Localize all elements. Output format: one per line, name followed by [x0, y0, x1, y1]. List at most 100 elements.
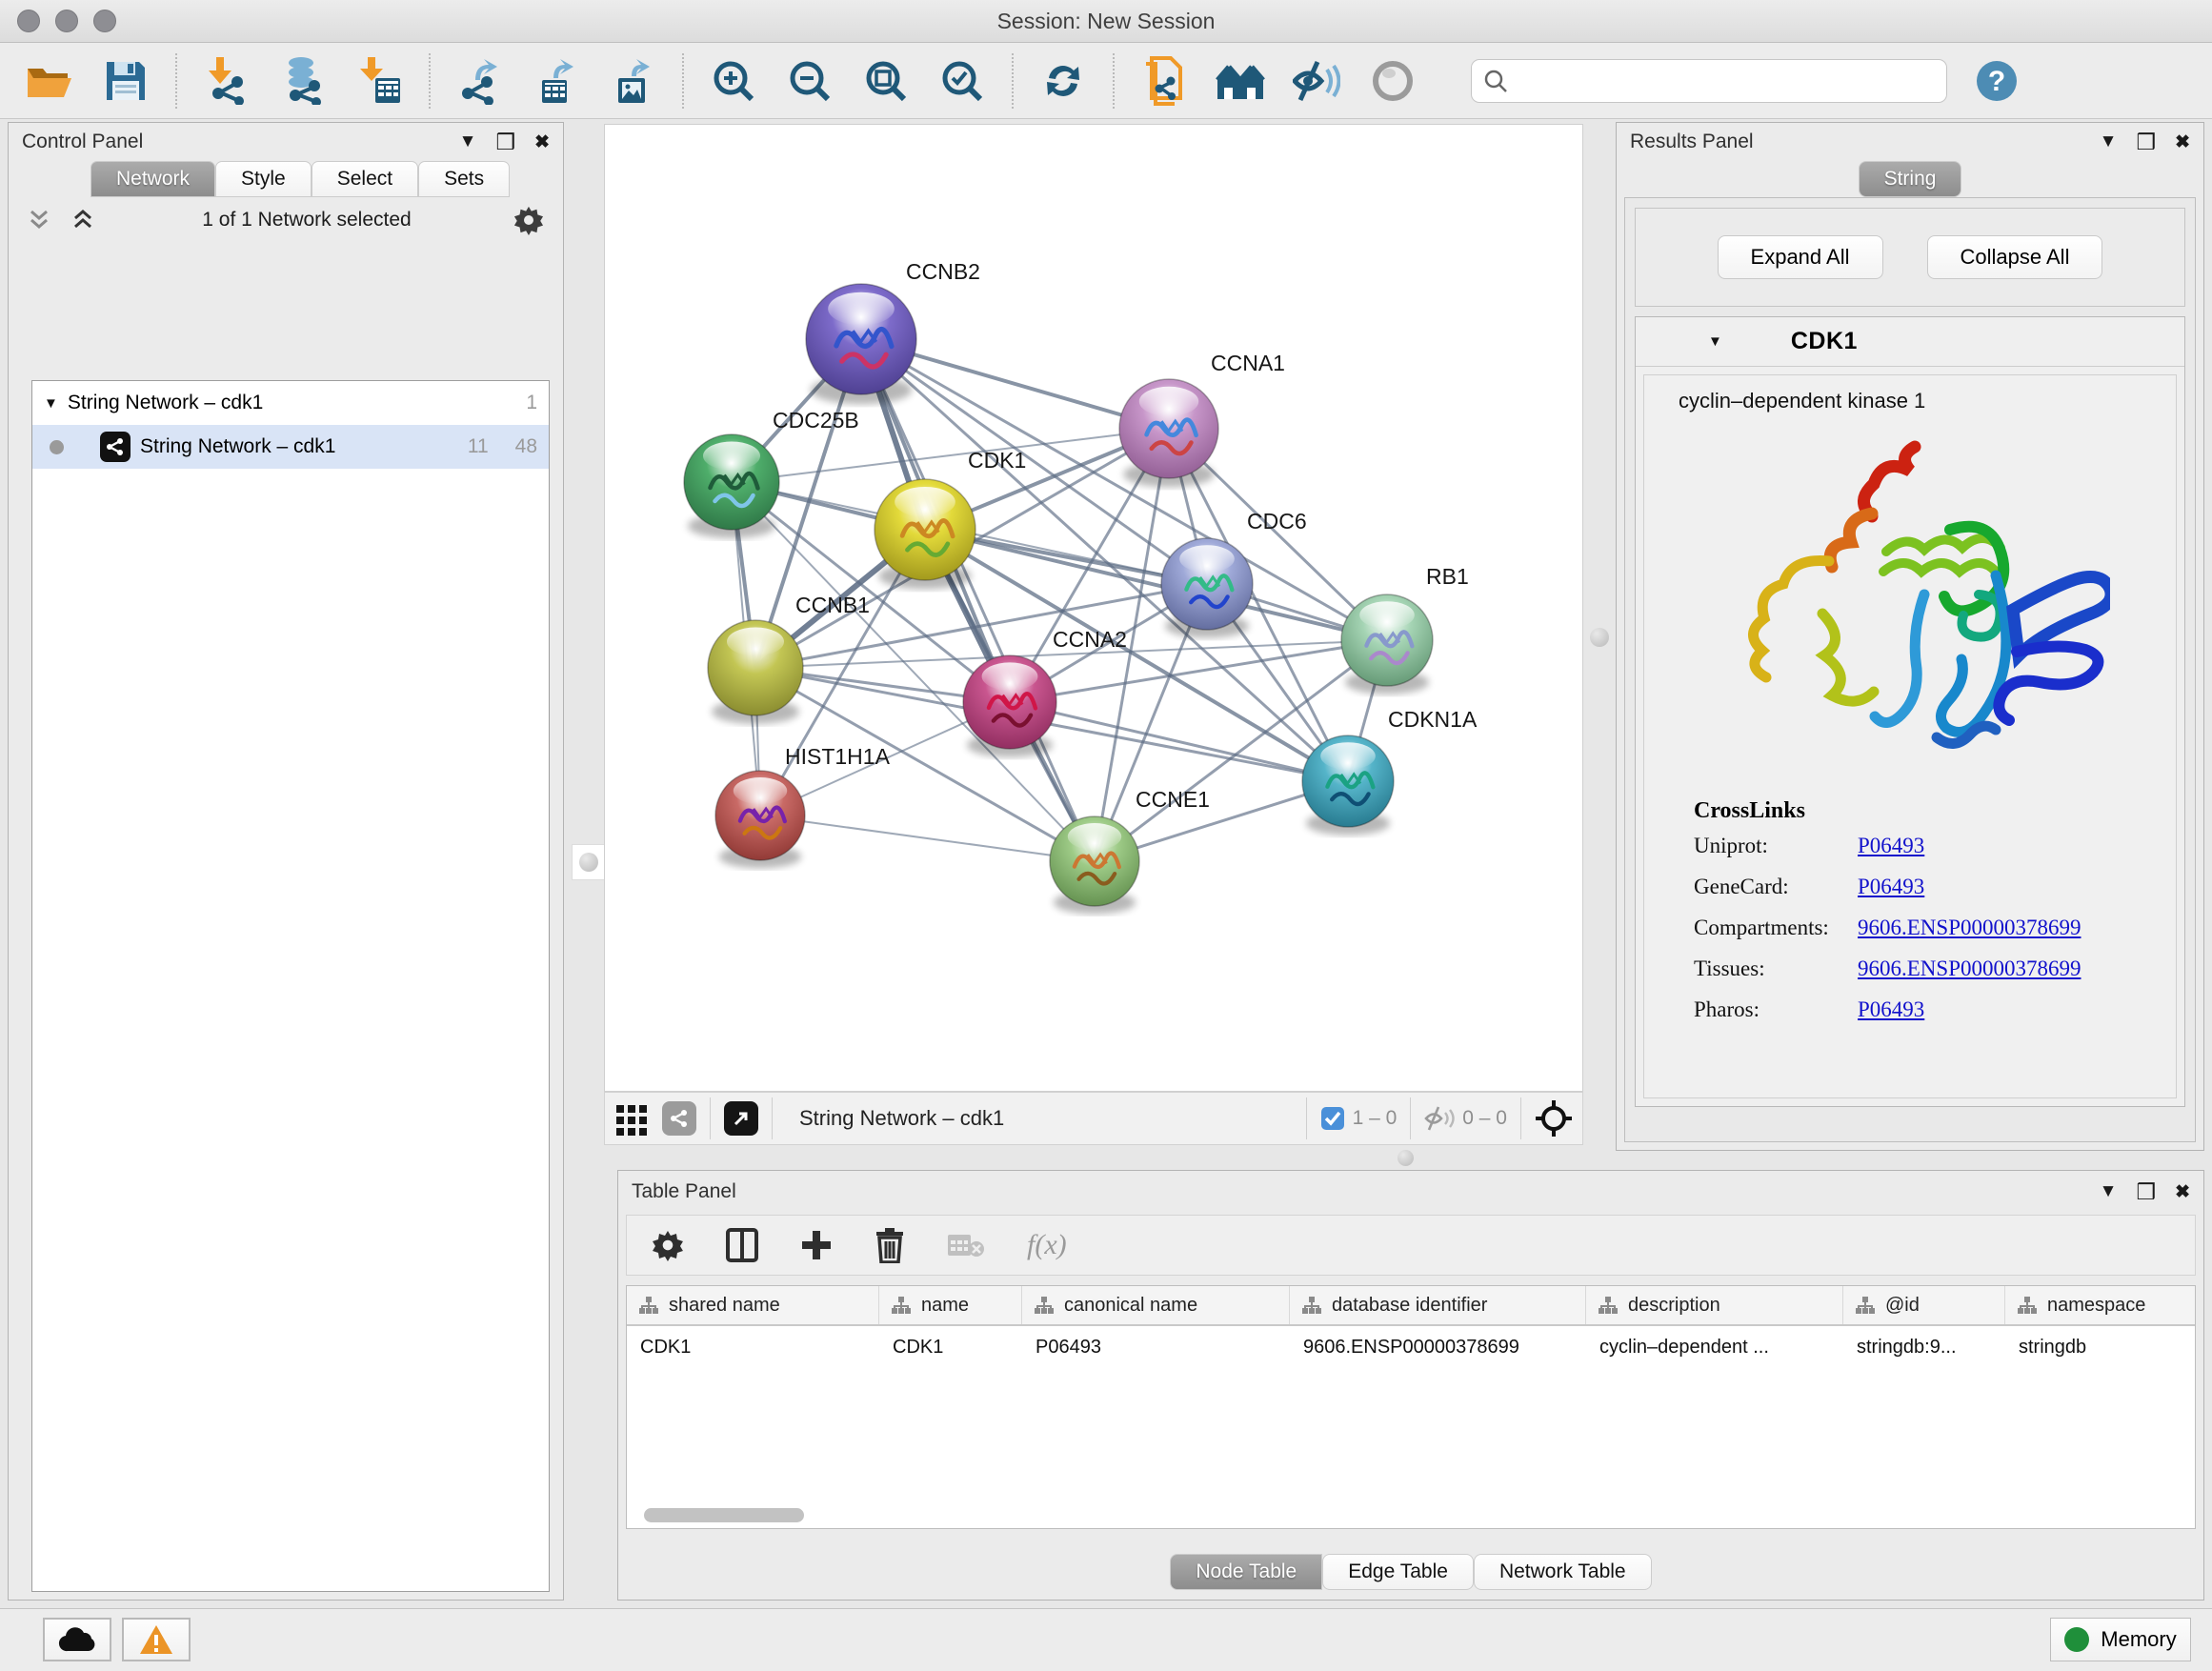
- results-panel-float-icon[interactable]: ❒: [2136, 130, 2156, 155]
- edge-CCNA2-CDKN1A[interactable]: [1010, 702, 1348, 781]
- node-CCNB1[interactable]: CCNB1: [708, 593, 870, 724]
- node-CCNA1[interactable]: CCNA1: [1119, 351, 1285, 487]
- network-view-share-icon[interactable]: [662, 1101, 696, 1136]
- node-RB1[interactable]: RB1: [1341, 564, 1469, 695]
- collapse-all-button[interactable]: Collapse All: [1927, 235, 2103, 279]
- export-network-button[interactable]: [455, 56, 505, 106]
- show-columns-icon[interactable]: [726, 1228, 758, 1262]
- edge-HIST1H1A-CCNE1[interactable]: [760, 815, 1095, 861]
- delete-column-trash-icon[interactable]: [875, 1227, 905, 1263]
- network-graph[interactable]: CCNB2CCNA1CDC25BCDK1CDC6RB1CCNB1CCNA2CDK…: [605, 125, 1584, 1091]
- crosslink-link[interactable]: P06493: [1858, 875, 1924, 899]
- control-panel-close-icon[interactable]: ✖: [534, 131, 550, 153]
- results-panel-close-icon[interactable]: ✖: [2175, 131, 2190, 153]
- cell-2[interactable]: P06493: [1022, 1337, 1290, 1359]
- first-neighbors-button[interactable]: [1216, 56, 1265, 106]
- network-canvas[interactable]: CCNB2CCNA1CDC25BCDK1CDC6RB1CCNB1CCNA2CDK…: [604, 124, 1583, 1092]
- grid-view-icon[interactable]: [614, 1101, 649, 1136]
- tab-network-table[interactable]: Network Table: [1474, 1554, 1652, 1590]
- import-table-file-button[interactable]: [354, 56, 404, 106]
- gene-section-header[interactable]: ▼ CDK1: [1636, 317, 2184, 367]
- column-header-@id[interactable]: @id: [1843, 1286, 2005, 1324]
- save-session-button[interactable]: [101, 56, 151, 106]
- export-image-button[interactable]: [608, 56, 657, 106]
- refresh-button[interactable]: [1038, 56, 1088, 106]
- tab-network[interactable]: Network: [90, 161, 215, 197]
- open-session-button[interactable]: [25, 56, 74, 106]
- zoom-in-button[interactable]: [709, 56, 758, 106]
- node-CCNE1[interactable]: CCNE1: [1050, 787, 1210, 914]
- right-splitter-handle[interactable]: [1585, 621, 1614, 654]
- crosslink-link[interactable]: P06493: [1858, 997, 1924, 1022]
- tab-style[interactable]: Style: [215, 161, 312, 197]
- zoom-selected-button[interactable]: [937, 56, 987, 106]
- network-options-gear-icon[interactable]: [513, 205, 544, 235]
- network-collection-row[interactable]: ▼ String Network – cdk1 1: [32, 381, 549, 425]
- search-input[interactable]: [1508, 70, 1918, 92]
- detach-view-icon[interactable]: [724, 1101, 758, 1136]
- network-row[interactable]: String Network – cdk1 11 48: [32, 425, 549, 469]
- help-button[interactable]: ?: [1972, 56, 2021, 106]
- column-header-namespace[interactable]: namespace: [2005, 1286, 2196, 1324]
- add-column-icon[interactable]: [800, 1229, 833, 1261]
- table-toolbar: f(x): [626, 1215, 2196, 1276]
- node-CDKN1A[interactable]: CDKN1A: [1302, 707, 1478, 836]
- cell-6[interactable]: stringdb: [2005, 1337, 2196, 1359]
- table-settings-gear-icon[interactable]: [652, 1229, 684, 1261]
- crosslink-link[interactable]: P06493: [1858, 834, 1924, 858]
- hide-selected-button[interactable]: [1292, 56, 1341, 106]
- node-HIST1H1A[interactable]: HIST1H1A: [715, 744, 891, 868]
- crosslink-link[interactable]: 9606.ENSP00000378699: [1858, 916, 2081, 940]
- tab-edge-table[interactable]: Edge Table: [1322, 1554, 1474, 1590]
- clone-network-button[interactable]: [1139, 56, 1189, 106]
- column-header-canonical-name[interactable]: canonical name: [1022, 1286, 1290, 1324]
- tab-node-table[interactable]: Node Table: [1170, 1554, 1322, 1590]
- crosslink-link[interactable]: 9606.ENSP00000378699: [1858, 956, 2081, 981]
- table-row[interactable]: CDK1CDK1P064939606.ENSP00000378699cyclin…: [627, 1326, 2195, 1368]
- export-table-button[interactable]: [532, 56, 581, 106]
- tab-string[interactable]: String: [1859, 161, 1962, 197]
- collapse-all-networks-icon[interactable]: [71, 208, 100, 232]
- control-panel-collapse-icon[interactable]: ▼: [459, 131, 477, 152]
- cell-3[interactable]: 9606.ENSP00000378699: [1290, 1337, 1586, 1359]
- birds-eye-view-icon[interactable]: [1535, 1099, 1573, 1137]
- import-network-file-button[interactable]: [202, 56, 251, 106]
- memory-button[interactable]: Memory: [2050, 1618, 2191, 1661]
- zoom-out-button[interactable]: [785, 56, 835, 106]
- column-header-database-identifier[interactable]: database identifier: [1290, 1286, 1586, 1324]
- table-panel-close-icon[interactable]: ✖: [2175, 1181, 2190, 1203]
- edge-CCNB2-CCNE1[interactable]: [861, 339, 1095, 861]
- table-panel-collapse-icon[interactable]: ▼: [2100, 1181, 2118, 1202]
- cell-1[interactable]: CDK1: [879, 1337, 1022, 1359]
- control-panel-float-icon[interactable]: ❒: [495, 130, 515, 155]
- cell-0[interactable]: CDK1: [627, 1337, 879, 1359]
- zoom-fit-button[interactable]: [861, 56, 911, 106]
- expand-all-button[interactable]: Expand All: [1718, 235, 1883, 279]
- results-panel-collapse-icon[interactable]: ▼: [2100, 131, 2118, 152]
- tab-select[interactable]: Select: [312, 161, 418, 197]
- search-box[interactable]: [1471, 59, 1947, 103]
- gene-expand-icon[interactable]: ▼: [1708, 333, 1722, 350]
- tab-sets[interactable]: Sets: [418, 161, 510, 197]
- selected-checkbox-icon[interactable]: [1320, 1106, 1345, 1131]
- cloud-icon: [58, 1626, 96, 1653]
- cell-4[interactable]: cyclin–dependent ...: [1586, 1337, 1843, 1359]
- collection-expand-icon[interactable]: ▼: [44, 395, 58, 412]
- import-network-database-button[interactable]: [278, 56, 328, 106]
- cloud-status-button[interactable]: [43, 1618, 111, 1661]
- column-header-shared-name[interactable]: shared name: [627, 1286, 879, 1324]
- left-splitter-handle[interactable]: [572, 844, 606, 880]
- node-CDK1[interactable]: CDK1: [875, 448, 1026, 590]
- table-panel-float-icon[interactable]: ❒: [2136, 1179, 2156, 1205]
- column-header-description[interactable]: description: [1586, 1286, 1843, 1324]
- cell-5[interactable]: stringdb:9...: [1843, 1337, 2005, 1359]
- node-CDC6[interactable]: CDC6: [1161, 509, 1307, 638]
- show-all-button[interactable]: [1368, 56, 1418, 106]
- expand-all-networks-icon[interactable]: [28, 208, 56, 232]
- bottom-splitter-handle[interactable]: [1389, 1147, 1421, 1168]
- node-CCNB2[interactable]: CCNB2: [806, 259, 980, 404]
- column-header-name[interactable]: name: [879, 1286, 1022, 1324]
- warning-status-button[interactable]: [122, 1618, 191, 1661]
- node-CDC25B[interactable]: CDC25B: [684, 408, 859, 538]
- horizontal-scrollbar[interactable]: [644, 1508, 804, 1522]
